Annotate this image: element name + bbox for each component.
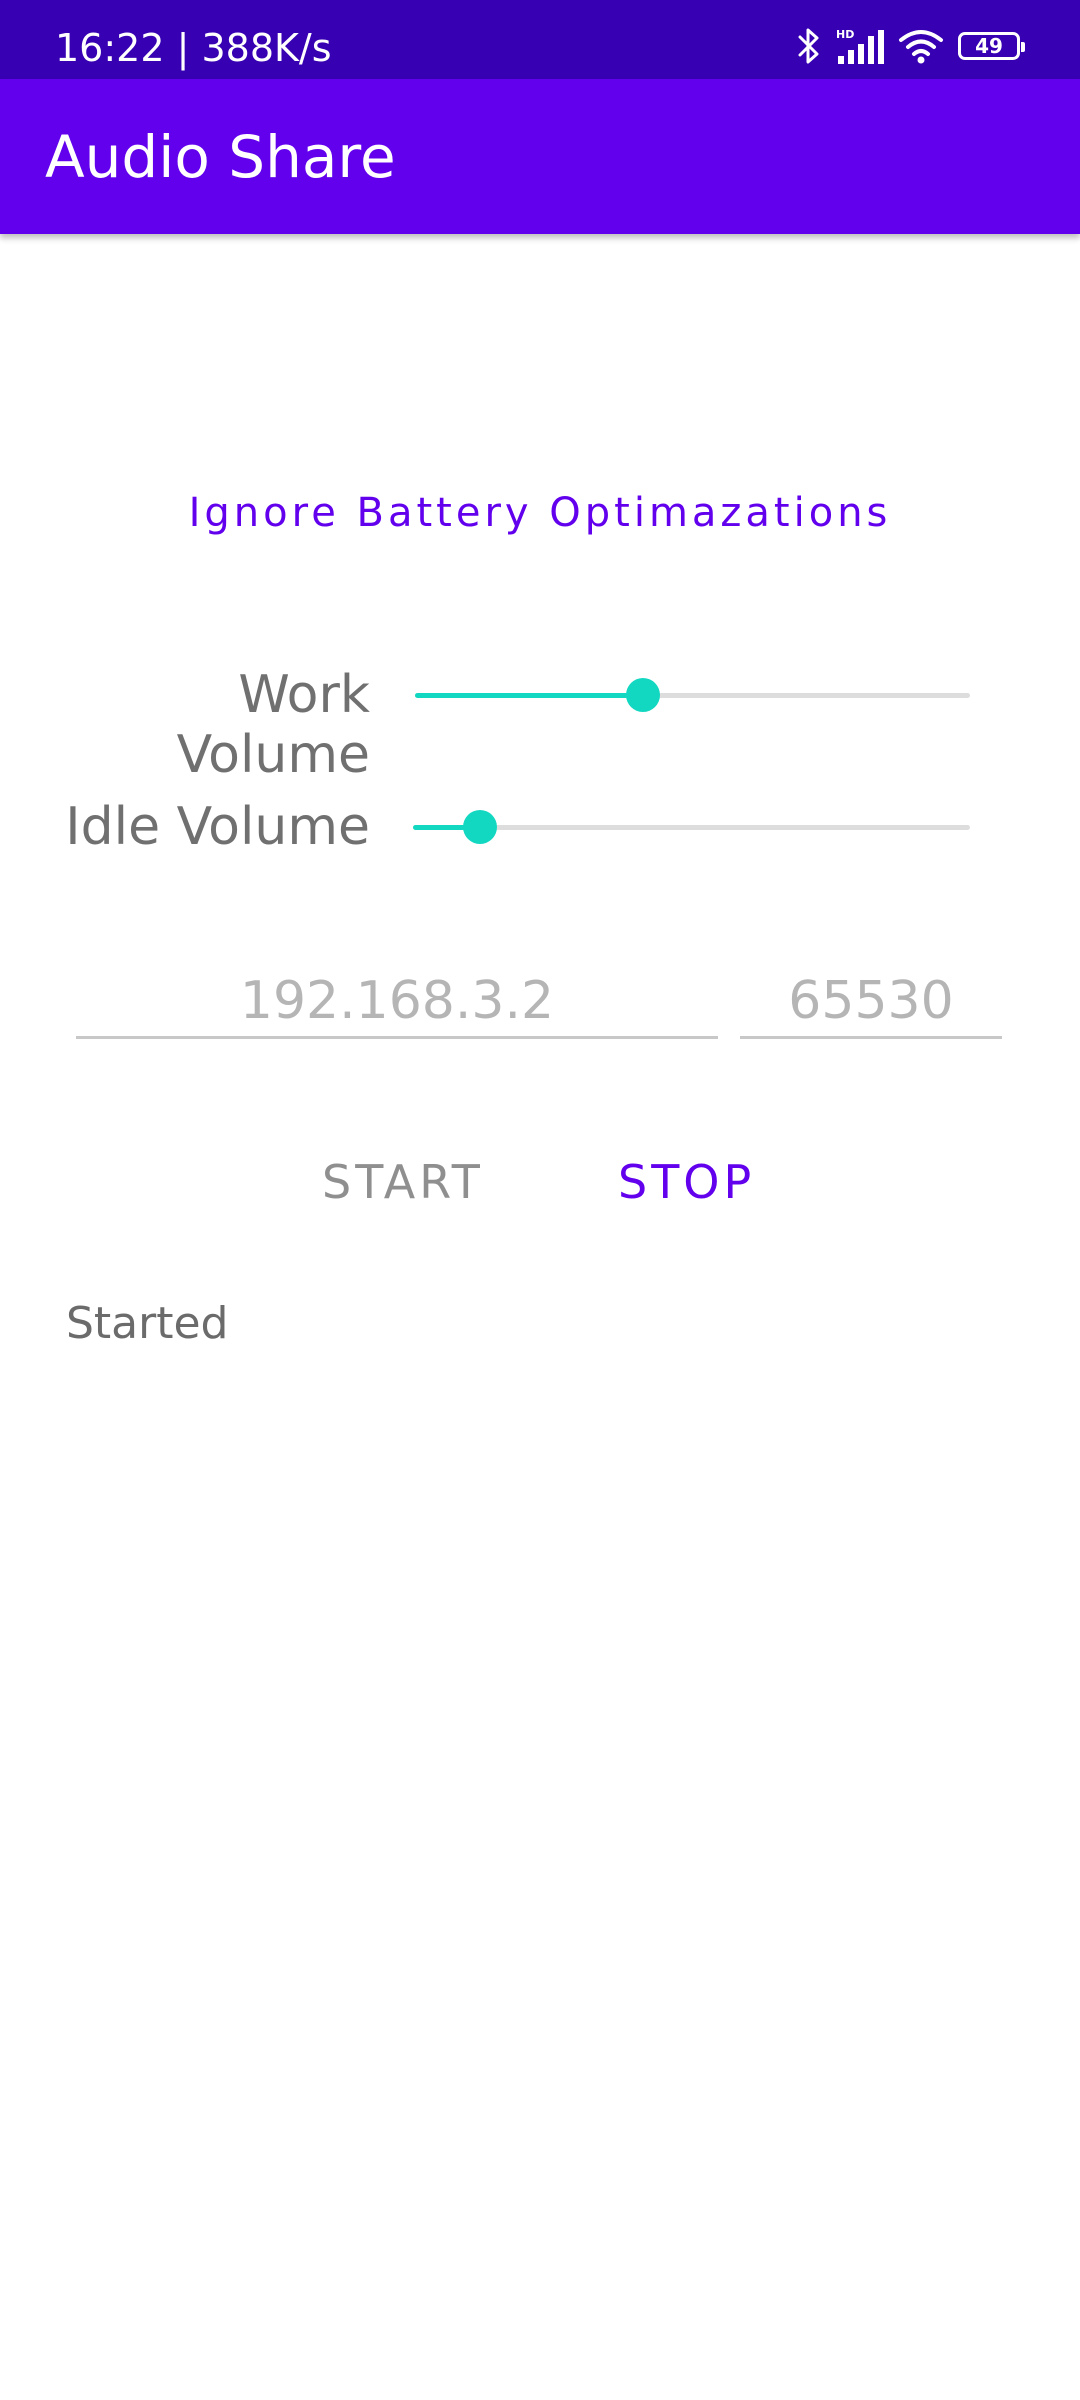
status-message: Started [66,1298,229,1349]
start-button[interactable]: START [322,1155,484,1209]
idle-volume-thumb[interactable] [462,810,497,844]
work-volume-thumb[interactable] [625,678,660,712]
signal-hd-icon: HD [834,26,884,66]
port-input[interactable]: 65530 [740,966,1002,1039]
work-volume-slider[interactable] [415,675,970,715]
wifi-icon [898,28,944,64]
bluetooth-icon [798,27,820,65]
status-bar: 16:22 | 388K/s HD 49 [0,0,1080,79]
battery-icon: 49 [958,32,1025,60]
app-bar: Audio Share [0,79,1080,234]
ignore-battery-optimizations-button[interactable]: Ignore Battery Optimazations [0,490,1080,536]
status-time-speed: 16:22 | 388K/s [55,26,332,70]
ip-address-input[interactable]: 192.168.3.2 [76,966,718,1039]
idle-volume-label: Idle Volume [65,797,370,857]
stop-button[interactable]: STOP [618,1155,755,1209]
work-volume-fill [415,693,643,698]
work-volume-label: Work Volume [176,665,370,785]
app-title: Audio Share [45,123,396,191]
status-icons: HD 49 [798,26,1025,66]
svg-text:HD: HD [836,28,854,41]
idle-volume-slider[interactable] [413,807,970,847]
